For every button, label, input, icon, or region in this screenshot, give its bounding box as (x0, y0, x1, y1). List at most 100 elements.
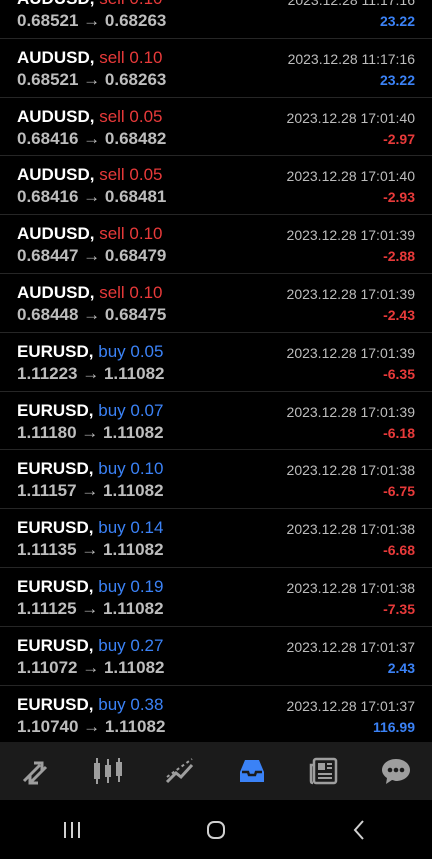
trade-time: 2023.12.28 17:01:39 (286, 227, 415, 244)
trade-line-icon[interactable] (156, 747, 204, 795)
trade-row[interactable]: EURUSD, buy 0.07 1.11180 → 1.11082 2023.12… (0, 392, 432, 451)
bottom-toolbar (0, 742, 432, 800)
trade-symbol: AUDUSD, (17, 106, 95, 126)
trade-row[interactable]: AUDUSD, sell 0.10 0.68447 → 0.68479 2023.1… (0, 215, 432, 274)
news-icon[interactable] (300, 747, 348, 795)
trade-symbol: EURUSD, (17, 694, 94, 714)
quotes-arrows-icon[interactable] (12, 747, 60, 795)
trade-side-volume: buy 0.05 (98, 341, 164, 361)
trade-symbol: EURUSD, (17, 518, 94, 538)
trade-time: 2023.12.28 17:01:38 (286, 462, 415, 479)
trade-profit: -6.35 (383, 365, 415, 382)
history-inbox-icon[interactable] (228, 747, 276, 795)
trade-prices: 1.10740 → 1.11082 (17, 716, 166, 736)
trade-row[interactable]: EURUSD, buy 0.19 1.11125 → 1.11082 2023.12… (0, 568, 432, 627)
trade-prices: 1.11157 → 1.11082 (17, 481, 164, 501)
trade-side-volume: buy 0.27 (98, 635, 164, 655)
trade-row[interactable]: AUDUSD, sell 0.10 0.68448 → 0.68475 2023.1… (0, 274, 432, 333)
trade-symbol: AUDUSD, (17, 47, 95, 67)
trade-history-list: AUDUSD, sell 0.100.68521 → 0.682632023.1… (0, 0, 432, 745)
home-icon[interactable] (186, 810, 246, 850)
trade-symbol-line: AUDUSD, sell 0.10 (17, 224, 163, 244)
trade-row[interactable]: AUDUSD, sell 0.05 0.68416 → 0.68481 2023.1… (0, 156, 432, 216)
trade-row[interactable]: AUDUSD, sell 0.10 0.68521 → 0.68263 2023.1… (0, 0, 432, 39)
trade-symbol-line: EURUSD, buy 0.19 (17, 577, 163, 597)
trade-profit: -2.43 (383, 306, 415, 323)
trade-side-volume: sell 0.10 (99, 47, 163, 67)
trade-time: 2023.12.28 17:01:39 (286, 344, 415, 361)
trade-symbol-line: EURUSD, buy 0.07 (17, 401, 163, 421)
recents-icon[interactable] (42, 810, 102, 850)
trade-side-volume: sell 0.05 (99, 106, 163, 126)
trade-row[interactable]: AUDUSD, sell 0.100.68521 → 0.682632023.1… (0, 39, 432, 98)
trade-symbol: EURUSD, (17, 400, 94, 420)
trade-row[interactable]: EURUSD, buy 0.14 1.11135 → 1.11082 2023.12… (0, 509, 432, 568)
trade-time: 2023.12.28 17:01:37 (286, 638, 415, 655)
trade-profit: -6.75 (383, 483, 415, 500)
trade-time: 2023.12.28 17:01:37 (286, 697, 415, 714)
trade-symbol: AUDUSD, (17, 282, 95, 302)
chat-bubble-icon[interactable] (372, 747, 420, 795)
trade-symbol-line: EURUSD, buy 0.14 (17, 518, 163, 538)
trade-symbol-line: EURUSD, buy 0.38 (17, 695, 163, 715)
trade-profit: 23.22 (379, 71, 415, 88)
trade-row[interactable]: EURUSD, buy 0.05 1.11223 → 1.11082 2023.12… (0, 333, 432, 392)
trade-prices: 0.68521 → 0.68263 (17, 69, 167, 89)
trade-profit: -2.93 (383, 189, 415, 206)
trade-row[interactable]: EURUSD, buy 0.38 1.10740 → 1.11082 2023.12… (0, 686, 432, 745)
trade-row[interactable]: EURUSD, buy 0.27 1.11072 → 1.11082 2023.12… (0, 627, 432, 686)
trade-prices: 1.11072 → 1.11082 (17, 657, 165, 677)
trade-symbol-line: AUDUSD, sell 0.10 (17, 283, 163, 303)
trade-time: 2023.12.28 17:01:39 (286, 285, 415, 302)
trade-side-volume: buy 0.14 (98, 518, 164, 538)
trade-row[interactable]: EURUSD, buy 0.10 1.11157 → 1.11082 2023.12… (0, 450, 432, 510)
trade-symbol: AUDUSD, (17, 165, 95, 185)
trade-symbol-line: AUDUSD, sell 0.05 (17, 165, 163, 185)
trade-symbol-line: EURUSD, buy 0.05 (17, 342, 163, 362)
trade-symbol-line: AUDUSD, sell 0.05 (17, 107, 163, 127)
trade-prices: 0.68416 → 0.68482 (17, 128, 167, 148)
trade-symbol: EURUSD, (17, 459, 94, 479)
trade-side-volume: buy 0.07 (98, 400, 164, 420)
trade-symbol-line: AUDUSD, sell 0.10 (17, 0, 163, 9)
trade-profit: -6.18 (383, 424, 415, 441)
trade-profit: 23.22 (379, 13, 415, 29)
trade-side-volume: buy 0.10 (98, 459, 164, 479)
trade-prices: 0.68448 → 0.68475 (17, 304, 167, 324)
trade-time: 2023.12.28 17:01:40 (286, 168, 415, 185)
system-navigation-bar (0, 800, 432, 859)
trade-side-volume: buy 0.19 (98, 576, 164, 596)
trade-time: 2023.12.28 17:01:39 (286, 403, 415, 420)
trade-symbol: EURUSD, (17, 341, 94, 361)
trade-symbol-line: AUDUSD, sell 0.10 (17, 48, 163, 68)
trade-symbol-line: EURUSD, buy 0.27 (17, 636, 163, 656)
trade-side-volume: sell 0.05 (99, 165, 163, 185)
trade-symbol: EURUSD, (17, 576, 94, 596)
trade-profit: -2.88 (383, 248, 415, 265)
trade-profit: 116.99 (372, 718, 415, 735)
trade-symbol: AUDUSD, (17, 0, 94, 8)
trade-time: 2023.12.28 11:17:16 (287, 0, 415, 8)
trade-symbol-line: EURUSD, buy 0.10 (17, 459, 163, 479)
trade-time: 2023.12.28 17:01:38 (286, 579, 415, 596)
candlestick-chart-icon[interactable] (84, 747, 132, 795)
trade-profit: 2.43 (387, 659, 415, 676)
trade-side-volume: sell 0.10 (99, 0, 162, 8)
trade-symbol: EURUSD, (17, 635, 94, 655)
trade-time: 2023.12.28 17:01:38 (286, 521, 415, 538)
trade-side-volume: buy 0.38 (98, 694, 164, 714)
trade-prices: 0.68447 → 0.68479 (17, 246, 167, 266)
trade-prices: 1.11125 → 1.11082 (17, 598, 164, 618)
trade-symbol: AUDUSD, (17, 224, 95, 244)
trade-profit: -6.68 (383, 542, 415, 559)
trade-prices: 0.68416 → 0.68481 (17, 187, 167, 207)
trade-side-volume: sell 0.10 (99, 224, 163, 244)
trade-prices: 0.68521 → 0.68263 (17, 11, 167, 30)
trade-time: 2023.12.28 17:01:40 (286, 109, 415, 126)
trade-prices: 1.11180 → 1.11082 (17, 422, 164, 442)
trade-row[interactable]: AUDUSD, sell 0.05 0.68416 → 0.68482 2023.1… (0, 98, 432, 157)
trade-prices: 1.11223 → 1.11082 (17, 363, 165, 383)
trade-prices: 1.11135 → 1.11082 (17, 540, 164, 560)
back-icon[interactable] (330, 810, 390, 850)
trade-profit: -7.35 (383, 600, 415, 617)
